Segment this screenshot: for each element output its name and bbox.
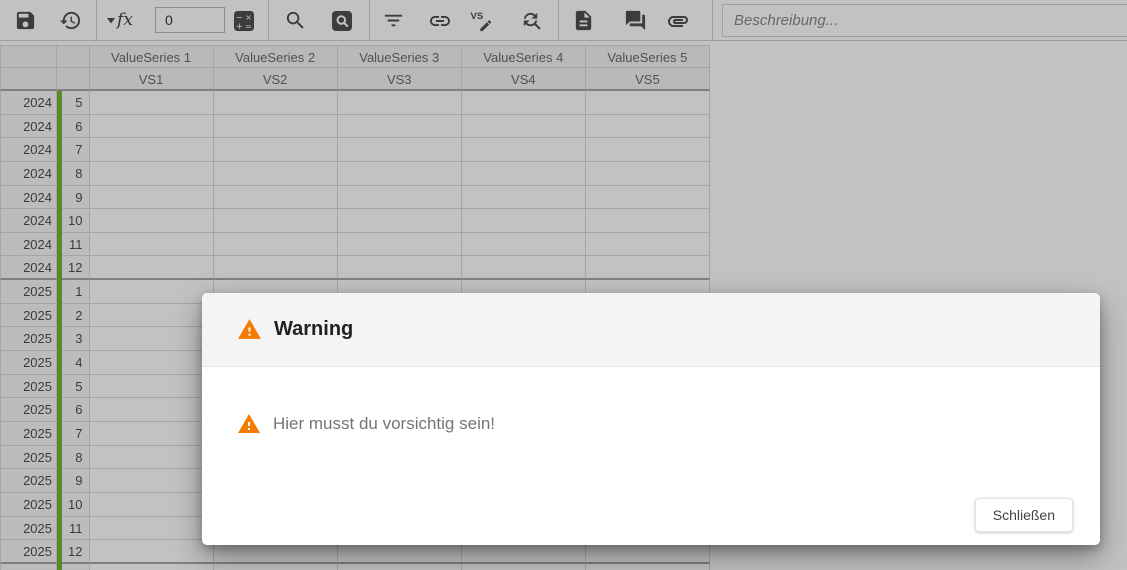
dialog-body: Hier musst du vorsichtig sein! Schließen (202, 367, 1100, 545)
warning-icon (237, 317, 262, 342)
warning-icon (237, 412, 261, 436)
close-button[interactable]: Schließen (974, 498, 1073, 532)
dialog-message: Hier musst du vorsichtig sein! (273, 414, 496, 433)
dialog-message-row: Hier musst du vorsichtig sein! (202, 367, 1100, 436)
dialog-title: Warning (274, 318, 354, 340)
dialog-header: Warning (202, 293, 1100, 367)
warning-dialog: Warning Hier musst du vorsichtig sein! S… (202, 293, 1100, 545)
app-window: fx − × + = (0, 0, 1127, 570)
